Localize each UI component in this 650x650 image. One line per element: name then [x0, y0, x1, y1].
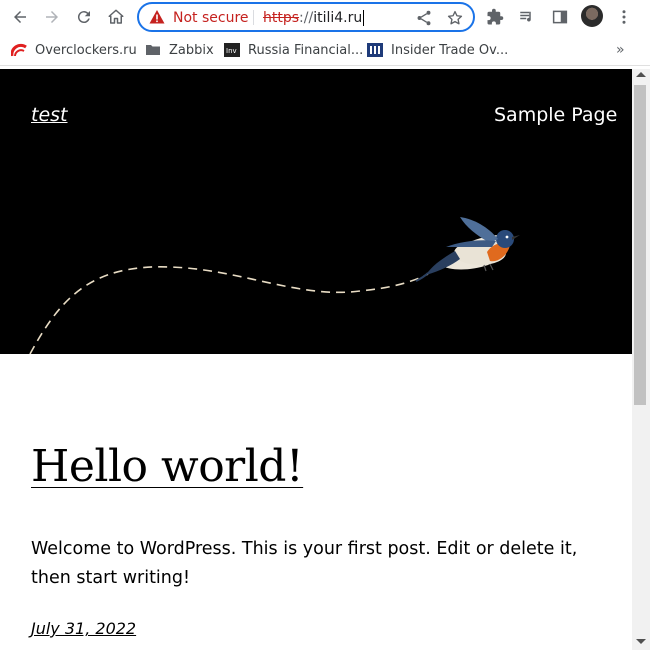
bookmark-zabbix[interactable]: Zabbix	[145, 41, 214, 59]
overclockers-icon	[11, 42, 27, 58]
home-icon[interactable]	[104, 5, 128, 29]
bookmark-star-icon[interactable]	[446, 9, 464, 27]
warning-icon[interactable]	[149, 9, 165, 25]
forward-icon[interactable]	[40, 5, 64, 29]
url-separator: ://	[299, 10, 314, 26]
extensions-icon[interactable]	[483, 5, 507, 29]
investing-icon: Inv	[224, 42, 240, 58]
post-date-link[interactable]: July 31, 2022	[31, 619, 136, 638]
side-panel-icon[interactable]	[548, 5, 572, 29]
url-host: itili4.ru	[313, 10, 363, 26]
bookmark-label: Zabbix	[169, 42, 214, 58]
bookmark-overclockers[interactable]: Overclockers.ru	[11, 41, 137, 59]
url-text[interactable]: https://itili4.ru	[263, 9, 365, 27]
reload-icon[interactable]	[72, 5, 96, 29]
text-caret	[363, 10, 365, 26]
bookmarks-bar: Overclockers.ru Zabbix Inv Russia Financ…	[0, 34, 650, 66]
post-title-link[interactable]: Hello world!	[31, 441, 304, 492]
site-title-link[interactable]: test	[31, 104, 68, 126]
bird-icon	[415, 217, 520, 282]
bookmark-label: Russia Financial...	[248, 42, 364, 58]
site-header: test Sample Page	[0, 69, 632, 354]
url-scheme: https	[263, 10, 300, 26]
bookmark-label: Overclockers.ru	[35, 42, 137, 58]
back-icon[interactable]	[8, 5, 32, 29]
share-icon[interactable]	[415, 9, 433, 27]
page-viewport: test Sample Page Hello world! Welcome to…	[0, 69, 632, 650]
nav-sample-page[interactable]: Sample Page	[494, 104, 617, 126]
media-control-icon[interactable]	[515, 5, 539, 29]
folder-icon	[145, 42, 161, 58]
scroll-down-icon[interactable]	[636, 639, 646, 644]
insider-icon	[367, 42, 383, 58]
bookmark-insider-trade[interactable]: Insider Trade Ov...	[367, 41, 508, 59]
scrollbar-thumb[interactable]	[634, 85, 646, 405]
svg-text:Inv: Inv	[226, 47, 237, 55]
scroll-up-icon[interactable]	[636, 72, 646, 77]
browser-toolbar: Not secure https://itili4.ru	[0, 0, 650, 34]
bookmark-label: Insider Trade Ov...	[391, 42, 509, 58]
profile-avatar[interactable]	[581, 5, 603, 27]
page-scrollbar[interactable]	[632, 69, 650, 650]
address-bar[interactable]: Not secure https://itili4.ru	[137, 2, 475, 32]
bookmarks-overflow-icon[interactable]: »	[616, 42, 625, 58]
not-secure-label[interactable]: Not secure	[173, 9, 249, 27]
post-content: Welcome to WordPress. This is your first…	[31, 539, 578, 588]
omnibox-divider	[253, 10, 254, 25]
menu-kebab-icon[interactable]	[612, 5, 636, 29]
bookmark-russia-financial[interactable]: Inv Russia Financial...	[224, 41, 363, 59]
